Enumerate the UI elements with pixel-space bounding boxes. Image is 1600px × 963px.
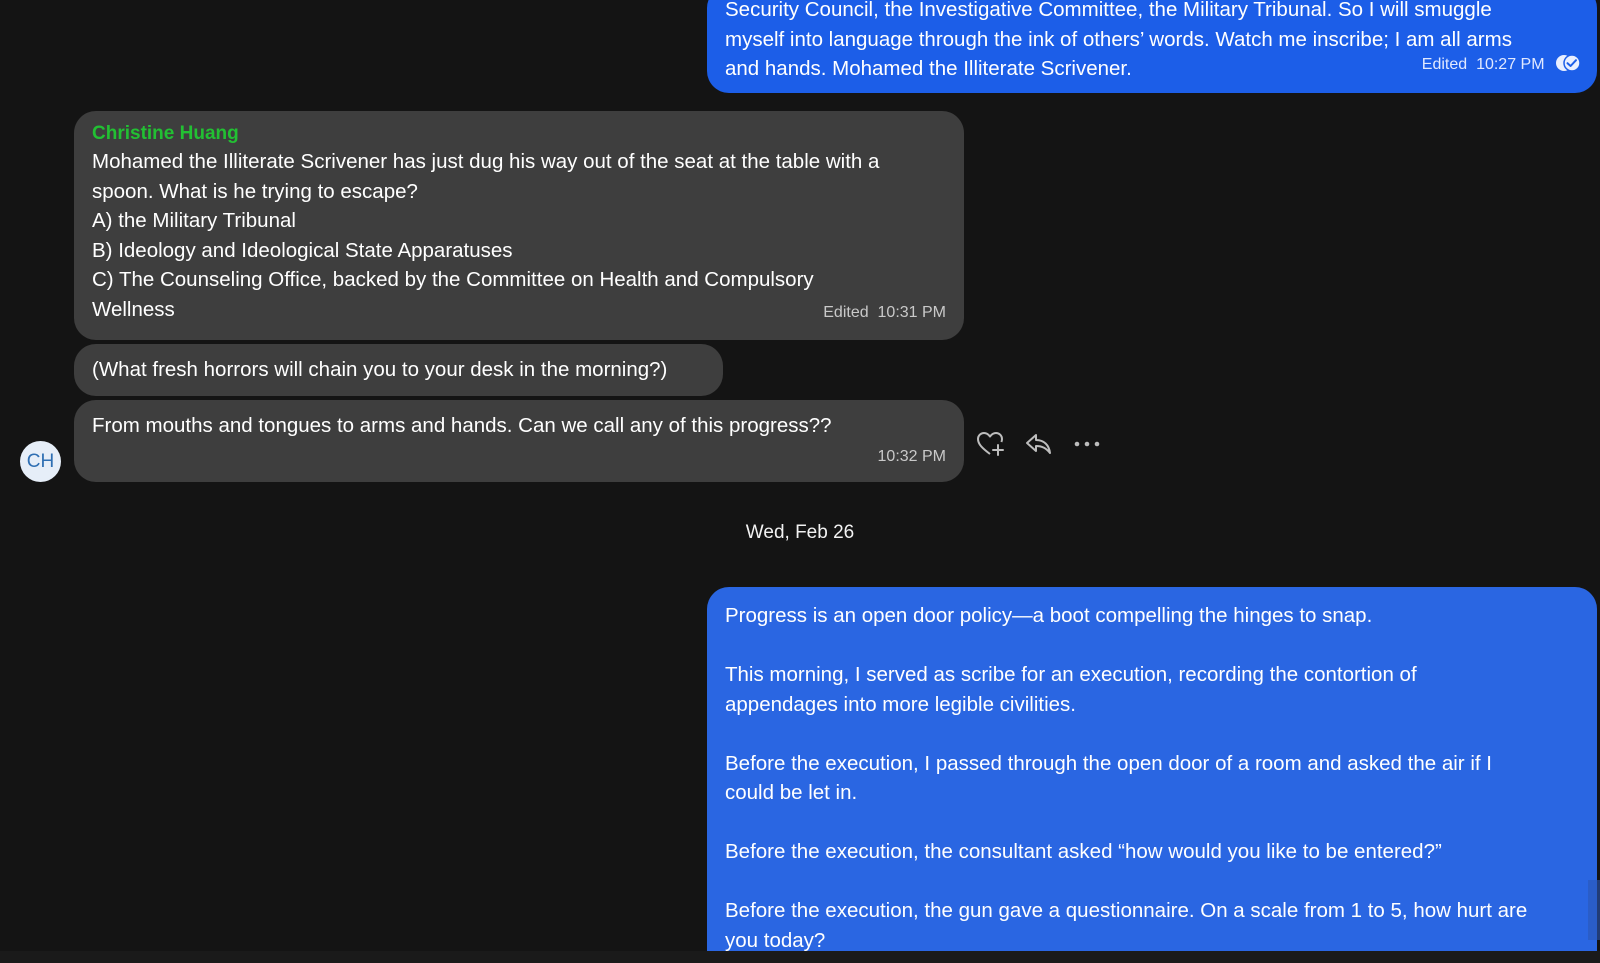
double-check-icon [1556,53,1581,72]
reply-icon[interactable] [1024,429,1054,459]
edited-label: Edited [823,303,869,321]
message-actions [976,429,1102,459]
chat-thread: Security Council, the Investigative Comm… [0,0,1600,963]
outgoing-message[interactable]: Security Council, the Investigative Comm… [707,0,1597,93]
message-line: C) The Counseling Office, backed by the … [92,268,814,291]
message-meta: 10:32 PM [878,442,946,472]
avatar[interactable]: CH [20,441,61,482]
message-line: Mohamed the Illiterate Scrivener has jus… [92,150,880,173]
message-line: This morning, I served as scribe for an … [725,663,1417,686]
message-line: Before the execution, the gun gave a que… [725,899,1528,922]
more-options-icon[interactable] [1072,429,1102,459]
incoming-message[interactable]: (What fresh horrors will chain you to yo… [74,344,723,396]
message-line: Before the execution, I passed through t… [725,751,1492,775]
message-line: could be let in. [725,781,858,804]
timestamp: 10:31 PM [877,303,946,321]
message-line: spoon. What is he trying to escape? [92,179,418,203]
outgoing-message[interactable]: Progress is an open door policy—a boot c… [707,587,1597,953]
timestamp: 10:32 PM [877,447,946,465]
message-line: Progress is an open door policy—a boot c… [725,604,1373,627]
message-line: appendages into more legible civilities. [725,692,1076,716]
bottom-edge [0,951,1600,963]
timestamp: 10:27 PM [1476,55,1545,73]
message-line: A) the Military Tribunal [92,209,296,232]
edited-label: Edited [1421,55,1468,73]
message-line: Wellness [92,297,175,321]
message-text: (What fresh horrors will chain you to yo… [92,358,668,381]
message-line: B) Ideology and Ideological State Appara… [92,238,513,262]
scroll-shadow [1588,880,1600,940]
message-line: Security Council, the Investigative Comm… [725,0,1492,21]
date-separator: Wed, Feb 26 [745,522,855,543]
incoming-message[interactable]: Christine Huang Mohamed the Illiterate S… [74,111,964,340]
message-meta: Edited 10:31 PM [823,298,946,328]
heart-plus-icon[interactable] [976,429,1006,459]
message-text: From mouths and tongues to arms and hand… [92,414,832,437]
message-meta: Edited 10:27 PM [1422,50,1581,80]
sender-name[interactable]: Christine Huang [92,111,946,147]
incoming-message[interactable]: From mouths and tongues to arms and hand… [74,400,964,482]
message-line: Before the execution, the consultant ask… [725,840,1442,863]
